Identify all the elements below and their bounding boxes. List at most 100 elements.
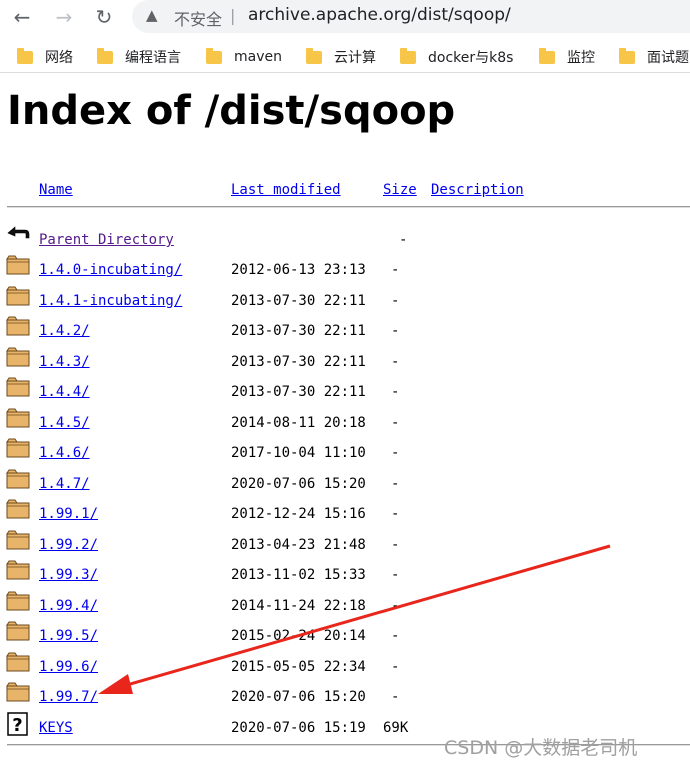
last-modified-cell: 2017-10-04 11:10: [231, 445, 366, 461]
last-modified-cell: 2015-05-05 22:34: [231, 658, 366, 675]
bookmark-folder[interactable]: 网络: [17, 47, 73, 67]
last-modified-cell: 2020-07-06 15:19: [231, 719, 366, 736]
size-cell: -: [391, 689, 400, 705]
directory-link[interactable]: 1.99.7/: [39, 689, 98, 705]
last-modified-cell: 2012-12-24 15:16: [231, 506, 366, 522]
size-cell: -: [391, 414, 400, 431]
warning-triangle-icon[interactable]: ▲: [146, 6, 158, 24]
sort-by-size-link[interactable]: Size: [383, 182, 417, 198]
folder-icon: [6, 438, 30, 458]
sort-by-name-link[interactable]: Name: [39, 182, 73, 198]
size-cell: -: [391, 628, 400, 644]
size-cell: -: [391, 597, 400, 614]
size-cell: -: [391, 292, 400, 309]
directory-link[interactable]: 1.99.1/: [39, 506, 98, 522]
directory-link[interactable]: 1.99.6/: [39, 659, 98, 675]
folder-icon: [6, 621, 30, 641]
folder-icon: [6, 682, 30, 702]
folder-icon: [400, 47, 416, 64]
bookmark-folder[interactable]: 面试题: [619, 47, 689, 67]
directory-link[interactable]: 1.4.0-incubating/: [39, 262, 182, 278]
svg-text:?: ?: [12, 715, 22, 736]
file-link[interactable]: KEYS: [39, 720, 73, 736]
address-bar[interactable]: ▲ 不安全 | archive.apache.org/dist/sqoop/: [132, 0, 690, 33]
size-cell: -: [391, 353, 400, 370]
parent-directory-row: Parent Directory -: [0, 226, 690, 258]
bookmark-label: 监控: [567, 50, 595, 66]
page-title: Index of /dist/sqoop: [7, 88, 456, 134]
directory-row: 1.4.0-incubating/2012-06-13 23:13 -: [0, 255, 690, 287]
url-text[interactable]: archive.apache.org/dist/sqoop/: [248, 5, 511, 25]
folder-icon: [619, 47, 635, 64]
bookmark-folder[interactable]: docker与k8s: [400, 47, 513, 67]
back-arrow-icon[interactable]: ←: [10, 5, 34, 29]
last-modified-cell: 2020-07-06 15:20: [231, 689, 366, 705]
bookmark-label: 面试题: [647, 50, 689, 66]
forward-arrow-icon[interactable]: →: [52, 5, 76, 29]
directory-link[interactable]: 1.4.3/: [39, 354, 90, 370]
directory-row: 1.99.6/2015-05-05 22:34 -: [0, 652, 690, 684]
reload-icon[interactable]: ↻: [92, 5, 116, 29]
sort-by-last-modified-link[interactable]: Last modified: [231, 182, 341, 198]
bookmark-label: 编程语言: [125, 50, 181, 66]
folder-icon: [6, 377, 30, 397]
folder-icon: [206, 47, 222, 64]
folder-icon: [6, 469, 30, 488]
last-modified-cell: 2020-07-06 15:20: [231, 475, 366, 492]
size-cell: -: [391, 567, 400, 583]
directory-link[interactable]: 1.4.6/: [39, 445, 90, 461]
last-modified-cell: 2012-06-13 23:13: [231, 262, 366, 278]
folder-icon: [97, 47, 113, 64]
folder-icon: [6, 560, 30, 580]
bookmark-folder[interactable]: 监控: [539, 47, 595, 67]
unknown-file-icon: ?: [7, 711, 28, 736]
size-cell: -: [391, 445, 400, 461]
directory-link[interactable]: 1.4.7/: [39, 476, 90, 492]
directory-link[interactable]: 1.99.2/: [39, 537, 98, 553]
size-cell: -: [391, 475, 400, 492]
folder-icon: [6, 347, 30, 366]
size-cell: -: [391, 536, 400, 553]
directory-link[interactable]: 1.4.5/: [39, 415, 90, 431]
bookmark-folder[interactable]: 云计算: [306, 47, 376, 67]
size-cell: 69K: [383, 719, 409, 736]
bookmarks-bar: 网络 编程语言 maven 云计算 docker与k8s 监控 面试题: [0, 40, 690, 73]
directory-link[interactable]: 1.4.2/: [39, 323, 90, 339]
folder-icon: [306, 47, 322, 64]
folder-icon: [6, 316, 30, 336]
bookmark-label: 网络: [45, 50, 73, 66]
size-cell: -: [391, 323, 400, 339]
last-modified-cell: 2014-08-11 20:18: [231, 414, 366, 431]
folder-icon: [6, 408, 30, 427]
directory-link[interactable]: 1.4.4/: [39, 384, 90, 400]
last-modified-cell: 2013-11-02 15:33: [231, 567, 366, 583]
last-modified-cell: 2015-02-24 20:14: [231, 628, 366, 644]
directory-row: 1.4.5/2014-08-11 20:18 -: [0, 408, 690, 440]
directory-link[interactable]: 1.99.4/: [39, 598, 98, 614]
bookmark-folder[interactable]: 编程语言: [97, 47, 181, 67]
directory-row: 1.4.4/2013-07-30 22:11 -: [0, 377, 690, 409]
last-modified-cell: 2013-07-30 22:11: [231, 384, 366, 400]
directory-row: 1.4.6/2017-10-04 11:10 -: [0, 438, 690, 470]
bookmark-folder[interactable]: maven: [206, 47, 282, 67]
directory-row: 1.99.1/2012-12-24 15:16 -: [0, 499, 690, 531]
folder-icon: [6, 652, 30, 671]
parent-directory-link[interactable]: Parent Directory: [39, 232, 174, 248]
folder-icon: [6, 255, 30, 275]
directory-link[interactable]: 1.4.1-incubating/: [39, 293, 182, 309]
browser-toolbar: ← → ↻ ▲ 不安全 | archive.apache.org/dist/sq…: [0, 0, 690, 33]
security-label[interactable]: 不安全: [174, 6, 222, 30]
directory-row: 1.99.4/2014-11-24 22:18 -: [0, 591, 690, 623]
last-modified-cell: 2013-07-30 22:11: [231, 323, 366, 339]
directory-row: 1.4.7/2020-07-06 15:20 -: [0, 469, 690, 501]
directory-link[interactable]: 1.99.5/: [39, 628, 98, 644]
directory-row: 1.4.1-incubating/2013-07-30 22:11 -: [0, 286, 690, 318]
back-arrow-icon: [7, 226, 30, 239]
directory-row: 1.99.2/2013-04-23 21:48 -: [0, 530, 690, 562]
folder-icon: [539, 47, 555, 64]
size-cell: -: [391, 262, 400, 278]
sort-by-description-link[interactable]: Description: [431, 182, 524, 198]
last-modified-cell: 2013-07-30 22:11: [231, 353, 366, 370]
directory-link[interactable]: 1.99.3/: [39, 567, 98, 583]
last-modified-cell: 2013-07-30 22:11: [231, 292, 366, 309]
